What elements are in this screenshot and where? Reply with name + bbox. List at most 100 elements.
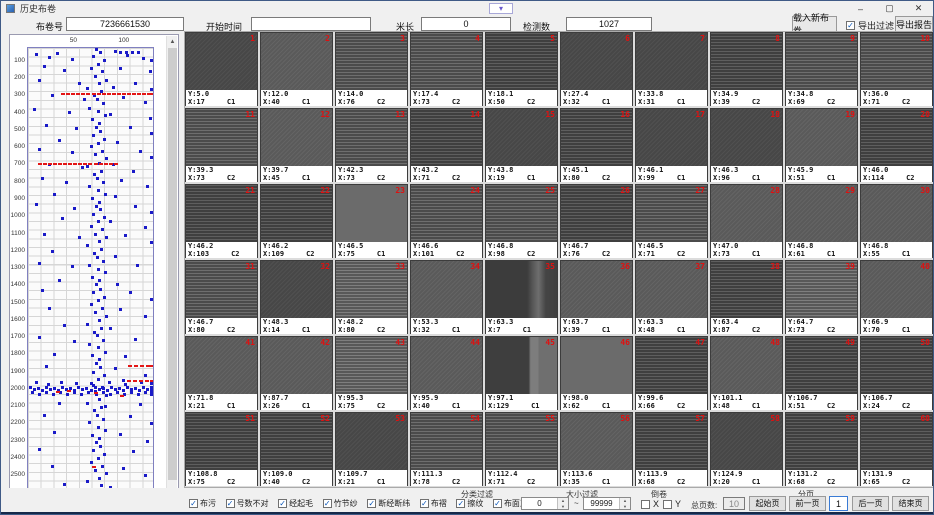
category-filter-checkbox[interactable]: ✓ 竹节纱: [323, 498, 358, 509]
defect-thumbnail[interactable]: 14 Y:43.2 X:71 C2: [410, 108, 483, 182]
defect-thumbnail[interactable]: 5 Y:18.1 X:50 C2: [485, 32, 558, 106]
defect-thumbnail[interactable]: 39 Y:64.7 X:73 C2: [785, 260, 858, 334]
roll-no-field[interactable]: 7236661530: [66, 17, 184, 31]
defect-x-value: X:71: [413, 174, 430, 182]
defect-thumbnail[interactable]: 52 Y:109.0 X:40 C2: [260, 412, 333, 486]
size-max-spinner[interactable]: 99999 ▲▼: [583, 497, 631, 510]
first-page-button[interactable]: 起始页: [749, 496, 786, 511]
spinner-arrows-icon[interactable]: ▲▼: [557, 498, 568, 509]
defect-thumbnail[interactable]: 43 Y:95.3 X:75 C2: [335, 336, 408, 410]
defect-thumbnail[interactable]: 15 Y:43.8 X:19 C1: [485, 108, 558, 182]
defect-thumbnail[interactable]: 26 Y:46.7 X:76 C2: [560, 184, 633, 258]
defect-point: [116, 391, 119, 394]
defect-thumbnail[interactable]: 12 Y:39.7 X:45 C1: [260, 108, 333, 182]
vertical-scrollbar[interactable]: ▲ ▼: [166, 36, 177, 507]
defect-thumbnail[interactable]: 23 Y:46.5 X:75 C1: [335, 184, 408, 258]
defect-thumbnail[interactable]: 49 Y:106.7 X:51 C2: [785, 336, 858, 410]
defect-thumbnail[interactable]: 41 Y:71.8 X:21 C1: [185, 336, 258, 410]
maximize-button[interactable]: ▢: [875, 1, 904, 16]
defect-thumbnail[interactable]: 24 Y:46.6 X:101 C2: [410, 184, 483, 258]
scatter-plot[interactable]: [27, 47, 154, 502]
category-filter-label: 擦纹: [467, 498, 483, 509]
defect-thumbnail[interactable]: 37 Y:63.3 X:48 C1: [635, 260, 708, 334]
last-page-button[interactable]: 结束页: [892, 496, 929, 511]
category-filter-checkbox[interactable]: ✓ 经起毛: [278, 498, 313, 509]
defect-thumbnail[interactable]: 59 Y:131.2 X:68 C2: [785, 412, 858, 486]
defect-thumbnail[interactable]: 40 Y:66.9 X:70 C1: [860, 260, 933, 334]
defect-thumbnail[interactable]: 50 Y:106.7 X:24 C2: [860, 336, 933, 410]
defect-thumbnail[interactable]: 47 Y:99.6 X:66 C2: [635, 336, 708, 410]
defect-thumbnail[interactable]: 56 Y:113.6 X:35 C1: [560, 412, 633, 486]
defect-point: [150, 132, 153, 135]
defect-thumbnail[interactable]: 20 Y:46.0 X:114 C2: [860, 108, 933, 182]
defect-thumbnail[interactable]: 25 Y:46.8 X:98 C2: [485, 184, 558, 258]
scroll-up-icon[interactable]: ▲: [167, 36, 178, 47]
category-filter-checkbox[interactable]: ✓ 布褶: [420, 498, 447, 509]
defect-thumbnail[interactable]: 13 Y:42.3 X:73 C2: [335, 108, 408, 182]
defect-thumbnail[interactable]: 27 Y:46.5 X:71 C2: [635, 184, 708, 258]
next-page-button[interactable]: 后一页: [852, 496, 889, 511]
minimize-button[interactable]: –: [846, 1, 875, 16]
defect-thumbnail[interactable]: 7 Y:33.8 X:31 C1: [635, 32, 708, 106]
category-filter-checkbox[interactable]: ✓ 断经断纬: [367, 498, 410, 509]
defect-thumbnail[interactable]: 8 Y:34.9 X:39 C2: [710, 32, 783, 106]
defect-thumbnail[interactable]: 16 Y:45.1 X:80 C2: [560, 108, 633, 182]
defect-thumbnail[interactable]: 44 Y:95.9 X:40 C1: [410, 336, 483, 410]
defect-thumbnail[interactable]: 46 Y:98.0 X:62 C1: [560, 336, 633, 410]
defect-thumbnail[interactable]: 42 Y:87.7 X:26 C1: [260, 336, 333, 410]
count-field[interactable]: 1027: [566, 17, 652, 31]
category-filter-checkbox[interactable]: ✓ 擦纹: [456, 498, 483, 509]
defect-thumbnail[interactable]: 53 Y:109.7 X:21 C1: [335, 412, 408, 486]
close-button[interactable]: ✕: [904, 1, 933, 16]
defect-thumbnail[interactable]: 35 Y:63.3 X:7 C1: [485, 260, 558, 334]
defect-thumbnail[interactable]: 38 Y:63.4 X:87 C2: [710, 260, 783, 334]
marker-point: [58, 163, 62, 165]
prev-page-button[interactable]: 前一页: [789, 496, 826, 511]
scrollbar-thumb[interactable]: [168, 48, 177, 480]
category-filter-checkbox[interactable]: ✓ 号数不对: [226, 498, 269, 509]
defect-thumbnail[interactable]: 58 Y:124.9 X:20 C1: [710, 412, 783, 486]
rewind-y-checkbox[interactable]: Y: [663, 499, 681, 509]
defect-thumbnail[interactable]: 32 Y:48.3 X:14 C1: [260, 260, 333, 334]
defect-thumbnail[interactable]: 3 Y:14.0 X:76 C2: [335, 32, 408, 106]
defect-thumbnail[interactable]: 28 Y:47.0 X:73 C1: [710, 184, 783, 258]
defect-thumbnail[interactable]: 6 Y:27.4 X:32 C1: [560, 32, 633, 106]
defect-thumbnail[interactable]: 36 Y:63.7 X:39 C1: [560, 260, 633, 334]
marker-point: [137, 93, 141, 95]
defect-thumbnail[interactable]: 33 Y:48.2 X:80 C2: [335, 260, 408, 334]
defect-y-value: Y:63.4: [713, 318, 780, 326]
defect-thumbnail[interactable]: 31 Y:46.7 X:80 C2: [185, 260, 258, 334]
defect-thumbnail[interactable]: 55 Y:112.4 X:71 C2: [485, 412, 558, 486]
defect-thumbnail[interactable]: 19 Y:45.9 X:51 C1: [785, 108, 858, 182]
defect-point: [45, 124, 48, 127]
defect-thumbnail[interactable]: 11 Y:39.3 X:73 C2: [185, 108, 258, 182]
defect-thumbnail[interactable]: 2 Y:12.0 X:40 C1: [260, 32, 333, 106]
defect-thumbnail[interactable]: 21 Y:46.2 X:103 C2: [185, 184, 258, 258]
defect-thumbnail[interactable]: 29 Y:46.8 X:61 C1: [785, 184, 858, 258]
defect-thumbnail[interactable]: 45 Y:97.1 X:129 C1: [485, 336, 558, 410]
defect-thumbnail[interactable]: 10 Y:36.0 X:71 C2: [860, 32, 933, 106]
rewind-x-checkbox[interactable]: X: [641, 499, 659, 509]
defect-thumbnail[interactable]: 22 Y:46.2 X:109 C2: [260, 184, 333, 258]
defect-thumbnail[interactable]: 57 Y:113.9 X:68 C2: [635, 412, 708, 486]
defect-thumbnail[interactable]: 1 Y:5.0 X:17 C1: [185, 32, 258, 106]
meter-field[interactable]: 0: [421, 17, 511, 31]
load-new-roll-button[interactable]: 载入新布卷: [792, 16, 837, 32]
defect-thumbnail[interactable]: 30 Y:46.8 X:55 C1: [860, 184, 933, 258]
page-number-input[interactable]: 1: [829, 496, 848, 511]
export-report-button[interactable]: 导出报告: [895, 16, 933, 32]
spinner-arrows-icon[interactable]: ▲▼: [619, 498, 630, 509]
start-time-field[interactable]: [251, 17, 371, 31]
defect-thumbnail[interactable]: 18 Y:46.3 X:96 C1: [710, 108, 783, 182]
defect-thumbnail[interactable]: 48 Y:101.1 X:48 C1: [710, 336, 783, 410]
defect-thumbnail[interactable]: 9 Y:34.8 X:69 C2: [785, 32, 858, 106]
defect-thumbnail[interactable]: 17 Y:46.1 X:99 C1: [635, 108, 708, 182]
chevron-down-icon[interactable]: ▾: [489, 3, 513, 14]
defect-thumbnail[interactable]: 34 Y:53.3 X:32 C1: [410, 260, 483, 334]
defect-thumbnail[interactable]: 4 Y:17.4 X:73 C2: [410, 32, 483, 106]
defect-thumbnail[interactable]: 51 Y:108.8 X:75 C2: [185, 412, 258, 486]
defect-thumbnail[interactable]: 60 Y:131.9 X:65 C2: [860, 412, 933, 486]
size-min-spinner[interactable]: 0 ▲▼: [521, 497, 569, 510]
category-filter-checkbox[interactable]: ✓ 布污: [189, 498, 216, 509]
defect-thumbnail[interactable]: 54 Y:111.3 X:78 C2: [410, 412, 483, 486]
